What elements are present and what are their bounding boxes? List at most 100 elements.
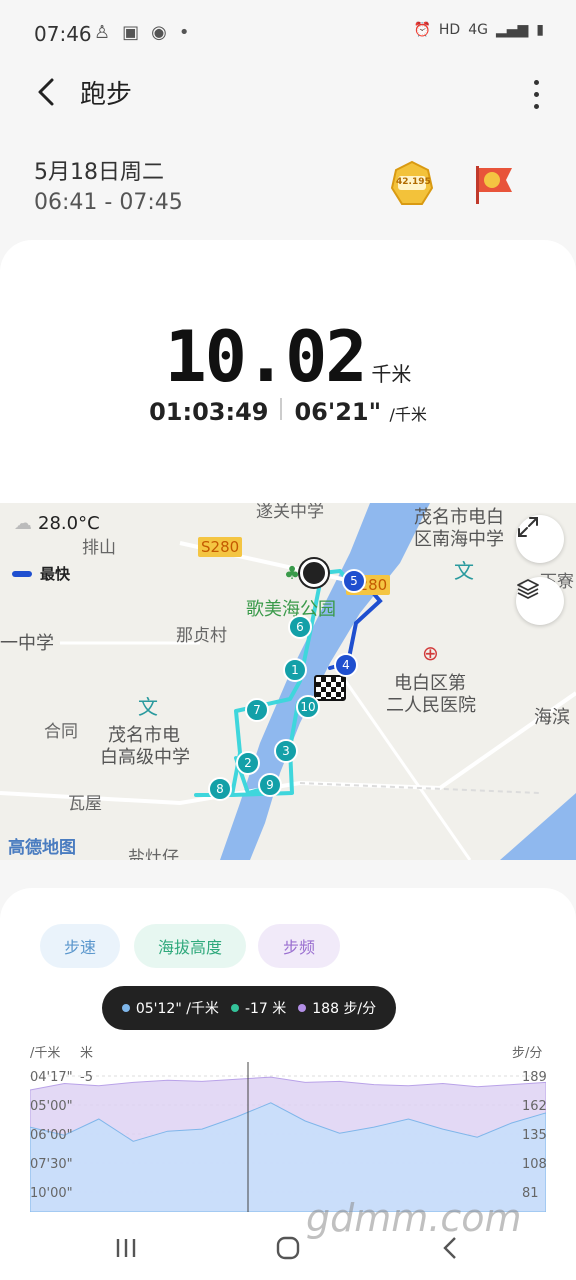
workout-chart[interactable] (30, 1062, 546, 1212)
map-label-hospital-2: 二人民医院 (386, 695, 476, 716)
map-label-wen-1: 文 (138, 695, 158, 719)
map-label-middle-school: 一中学 (0, 633, 54, 654)
gallery-icon: ▣ (122, 22, 140, 43)
distance-value: 10.02 (164, 316, 368, 398)
pace-tick-1: 05'00" (30, 1099, 73, 1114)
pace-dot-icon (121, 1004, 130, 1012)
tab-cadence[interactable]: 步频 (258, 924, 340, 968)
finish-flag-icon[interactable] (314, 675, 346, 701)
signal-type-label: 4G (468, 22, 488, 38)
pace-unit-label: /千米 (30, 1046, 61, 1061)
badge-distance-label: 42.195 (396, 177, 431, 187)
map-layers-button[interactable] (516, 577, 564, 625)
duration-value: 01:03:49 (149, 398, 269, 426)
pace-tick-2: 06'00" (30, 1128, 73, 1143)
tooltip-cadence: 188 步/分 (312, 1001, 377, 1017)
expand-map-button[interactable] (516, 515, 564, 563)
park-tree-icon: ♣ (284, 563, 301, 584)
fastest-legend-swatch (12, 570, 32, 577)
altitude-tick-0: -5 (80, 1070, 93, 1085)
km-marker-10[interactable]: 10 (296, 695, 320, 719)
alarm-icon: ⏰ (413, 22, 431, 38)
pace-tick-0: 04'17" (30, 1070, 73, 1085)
km-marker-5[interactable]: 5 (342, 569, 366, 593)
map-label-wen-2: 文 (454, 559, 474, 583)
cadence-tick-1: 162 (522, 1099, 547, 1114)
map-provider-logo: 高德地图 (8, 838, 76, 858)
status-system-icons: ⏰ HD 4G ▂▄▆ ▮ (413, 22, 544, 38)
route-map[interactable]: ☁ 28.0°C 最快 遂关中学 茂名市电白 区南海中学 排山 S280 S28… (0, 503, 576, 860)
km-marker-6[interactable]: 6 (288, 615, 312, 639)
network-hd-label: HD (438, 22, 461, 38)
km-marker-2[interactable]: 2 (236, 751, 260, 775)
duration-pace-row: 01:03:49 06'21" /千米 (0, 398, 576, 426)
tab-altitude[interactable]: 海拔高度 (134, 924, 246, 968)
system-back-icon (443, 1237, 456, 1259)
map-label-school-2: 白高级中学 (100, 747, 190, 768)
km-marker-7[interactable]: 7 (245, 698, 269, 722)
chart-tooltip: 05'12" /千米 -17 米 188 步/分 (102, 986, 396, 1030)
temperature: 28.0°C (38, 513, 100, 534)
map-label-wawu: 瓦屋 (68, 794, 102, 814)
location-icon: ◉ (151, 22, 167, 43)
status-bar: 07:46 ♙ ▣ ◉ • ⏰ HD 4G ▂▄▆ ▮ (0, 0, 576, 68)
marathon-badge-icon[interactable]: 42.195 (388, 160, 436, 208)
cloud-icon: ☁ (14, 513, 32, 534)
pace-tick-4: 10'00" (30, 1186, 73, 1201)
map-label-hehe: 合同 (44, 722, 78, 742)
distance-display: 10.02 千米 (0, 316, 576, 398)
home-icon (276, 1236, 300, 1260)
distance-unit: 千米 (371, 362, 412, 386)
map-label-north-school-2: 区南海中学 (414, 529, 504, 550)
cadence-dot-icon (298, 1004, 307, 1012)
weather-info: ☁ 28.0°C (14, 513, 100, 534)
page-title: 跑步 (80, 80, 133, 110)
route-flag-badge-icon[interactable] (470, 160, 518, 208)
km-marker-9[interactable]: 9 (258, 773, 282, 797)
metric-divider (280, 398, 283, 420)
cadence-tick-2: 135 (522, 1128, 547, 1143)
fastest-legend-label: 最快 (40, 565, 71, 583)
altitude-unit-label: 米 (80, 1046, 94, 1061)
pace-unit: /千米 (389, 405, 427, 424)
status-notification-icons: ♙ ▣ ◉ • (94, 22, 190, 43)
home-button[interactable] (268, 1230, 308, 1266)
km-marker-4[interactable]: 4 (334, 653, 358, 677)
pace-value: 06'21" (294, 398, 382, 426)
map-label-bottom: 盐灶仔 (128, 848, 179, 860)
tooltip-altitude: -17 米 (244, 1001, 287, 1017)
map-label-school-top: 遂关中学 (256, 503, 324, 522)
cadence-tick-4: 81 (522, 1186, 539, 1201)
recent-apps-button[interactable] (106, 1230, 146, 1266)
km-marker-8[interactable]: 8 (208, 777, 232, 801)
km-marker-3[interactable]: 3 (274, 739, 298, 763)
pace-tick-3: 07'30" (30, 1157, 73, 1172)
cadence-tick-0: 189 (522, 1070, 547, 1085)
back-button[interactable] (30, 72, 62, 112)
map-label-paishan: 排山 (82, 538, 116, 558)
workout-time-range: 06:41 - 07:45 (34, 190, 183, 215)
pace-legend: 最快 (12, 563, 70, 584)
layers-icon (517, 579, 539, 599)
tooltip-pace: 05'12" /千米 (135, 1001, 219, 1017)
cadence-unit-label: 步/分 (512, 1046, 543, 1061)
tab-pace[interactable]: 步速 (40, 924, 120, 968)
battery-icon: ▮ (536, 22, 544, 38)
signal-icon: ▂▄▆ (495, 22, 529, 38)
status-time: 07:46 (34, 22, 92, 46)
km-marker-1[interactable]: 1 (283, 658, 307, 682)
road-tag-s280: S280 (198, 537, 243, 557)
altitude-dot-icon (230, 1004, 239, 1012)
expand-icon (518, 517, 538, 537)
more-options-button[interactable] (526, 76, 546, 112)
cadence-tick-3: 108 (522, 1157, 547, 1172)
recent-apps-icon (116, 1239, 136, 1257)
app-bar: 跑步 (0, 68, 576, 118)
hospital-icon: ⊕ (422, 641, 439, 665)
more-notifications-icon: • (178, 22, 190, 43)
start-point-marker[interactable] (300, 559, 328, 587)
fitness-icon: ♙ (94, 22, 111, 43)
system-nav-bar (0, 1214, 576, 1280)
workout-date: 5月18日周二 (34, 160, 164, 185)
system-back-button[interactable] (430, 1230, 470, 1266)
